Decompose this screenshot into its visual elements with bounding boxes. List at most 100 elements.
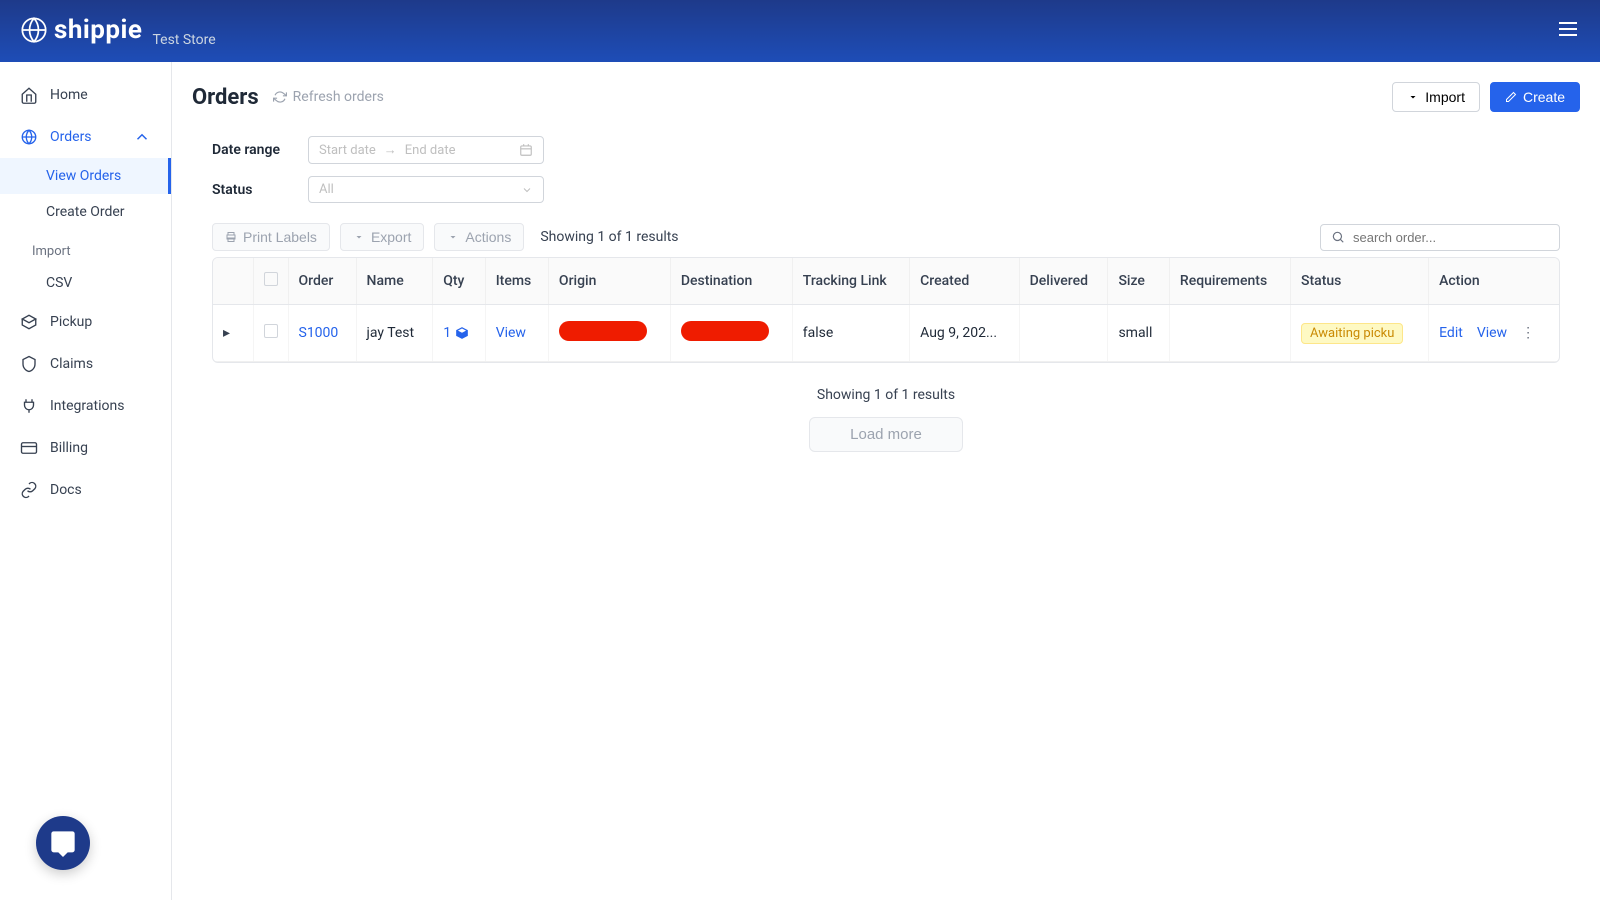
search-icon: [1331, 230, 1345, 244]
col-order: Order: [288, 258, 356, 305]
load-more-button[interactable]: Load more: [809, 417, 963, 452]
sidebar-sub-csv[interactable]: CSV: [0, 265, 171, 301]
home-icon: [20, 86, 38, 104]
chat-widget[interactable]: [36, 816, 90, 870]
sidebar-item-integrations[interactable]: Integrations: [0, 385, 171, 427]
hamburger-icon: [1556, 17, 1580, 41]
export-button[interactable]: Export: [340, 223, 424, 251]
sidebar-item-label: Integrations: [50, 398, 124, 414]
shippie-logo-icon: [20, 16, 48, 44]
box-icon: [455, 326, 469, 340]
sidebar-item-label: Home: [50, 87, 88, 103]
sidebar-item-home[interactable]: Home: [0, 74, 171, 116]
create-button[interactable]: Create: [1490, 82, 1580, 112]
row-checkbox[interactable]: [264, 324, 278, 338]
brand-name: shippie: [54, 15, 142, 45]
sidebar-item-claims[interactable]: Claims: [0, 343, 171, 385]
redacted-origin: [559, 321, 647, 341]
plug-icon: [20, 397, 38, 415]
chevron-down-icon: [521, 184, 533, 196]
create-label: Create: [1523, 89, 1565, 105]
footer-results: Showing 1 of 1 results: [192, 387, 1580, 403]
row-more-menu[interactable]: ⋮: [1521, 325, 1535, 341]
cell-name: jay Test: [356, 305, 433, 362]
sidebar-item-billing[interactable]: Billing: [0, 427, 171, 469]
actions-label: Actions: [465, 229, 511, 245]
date-range-picker[interactable]: Start date → End date: [308, 136, 544, 164]
refresh-icon: [273, 90, 287, 104]
col-qty: Qty: [433, 258, 485, 305]
qty-cell[interactable]: 1: [443, 325, 469, 341]
sidebar-item-orders[interactable]: Orders: [0, 116, 171, 158]
import-label: Import: [1425, 89, 1465, 105]
select-all-checkbox[interactable]: [264, 272, 278, 286]
col-delivered: Delivered: [1019, 258, 1108, 305]
printer-icon: [225, 231, 237, 243]
view-link[interactable]: View: [1477, 325, 1507, 341]
link-icon: [20, 481, 38, 499]
sidebar-item-label: Create Order: [46, 204, 125, 220]
print-labels-button[interactable]: Print Labels: [212, 223, 330, 251]
brand-logo[interactable]: shippie: [20, 15, 142, 45]
col-status: Status: [1291, 258, 1429, 305]
col-tracking: Tracking Link: [792, 258, 909, 305]
sidebar-item-pickup[interactable]: Pickup: [0, 301, 171, 343]
cell-origin: [548, 305, 670, 362]
sidebar-sub-create-order[interactable]: Create Order: [0, 194, 171, 230]
col-items: Items: [485, 258, 548, 305]
status-badge: Awaiting picku: [1301, 323, 1403, 344]
sidebar-item-label: CSV: [46, 275, 72, 291]
cell-requirements: [1169, 305, 1290, 362]
sidebar-item-label: Orders: [50, 129, 92, 145]
redacted-destination: [681, 321, 769, 341]
cell-destination: [670, 305, 792, 362]
print-labels-label: Print Labels: [243, 229, 317, 245]
import-button[interactable]: Import: [1392, 82, 1480, 112]
page-header: Orders Refresh orders Import Create: [192, 82, 1580, 112]
table-footer: Showing 1 of 1 results Load more: [192, 387, 1580, 452]
sidebar-item-docs[interactable]: Docs: [0, 469, 171, 511]
cell-size: small: [1108, 305, 1169, 362]
calendar-icon: [519, 143, 533, 157]
sidebar-item-label: View Orders: [46, 168, 121, 184]
chat-icon: [49, 829, 77, 857]
status-select[interactable]: All: [308, 176, 544, 203]
globe-icon: [20, 128, 38, 146]
col-size: Size: [1108, 258, 1169, 305]
hamburger-menu[interactable]: [1556, 17, 1580, 45]
status-label: Status: [212, 182, 292, 198]
app-header: shippie Test Store: [0, 0, 1600, 62]
col-action: Action: [1429, 258, 1559, 305]
sidebar: Home Orders View Orders Create Order Imp…: [0, 62, 172, 900]
date-range-label: Date range: [212, 142, 292, 158]
order-link[interactable]: S1000: [299, 325, 339, 341]
shield-icon: [20, 355, 38, 373]
export-label: Export: [371, 229, 411, 245]
sidebar-section-import: Import: [0, 230, 171, 265]
package-icon: [20, 313, 38, 331]
header-left: shippie Test Store: [20, 15, 216, 48]
sidebar-item-label: Pickup: [50, 314, 92, 330]
cell-delivered: [1019, 305, 1108, 362]
items-view-link[interactable]: View: [496, 325, 526, 341]
col-created: Created: [910, 258, 1020, 305]
edit-link[interactable]: Edit: [1439, 325, 1463, 341]
refresh-label: Refresh orders: [293, 89, 384, 105]
caret-down-icon: [447, 231, 459, 243]
search-orders[interactable]: [1320, 224, 1560, 251]
caret-down-icon: [1407, 91, 1419, 103]
filters: Date range Start date → End date Status …: [192, 136, 1580, 203]
status-value: All: [319, 182, 334, 197]
col-destination: Destination: [670, 258, 792, 305]
orders-table: Order Name Qty Items Origin Destination …: [213, 258, 1559, 362]
expand-row[interactable]: ▸: [223, 325, 230, 341]
sidebar-item-label: Docs: [50, 482, 82, 498]
search-input[interactable]: [1353, 230, 1549, 245]
refresh-orders[interactable]: Refresh orders: [273, 89, 384, 105]
col-origin: Origin: [548, 258, 670, 305]
actions-button[interactable]: Actions: [434, 223, 524, 251]
page-title: Orders: [192, 85, 259, 110]
sidebar-sub-view-orders[interactable]: View Orders: [0, 158, 171, 194]
arrow-right-icon: →: [384, 142, 397, 158]
cell-created: Aug 9, 202...: [910, 305, 1020, 362]
